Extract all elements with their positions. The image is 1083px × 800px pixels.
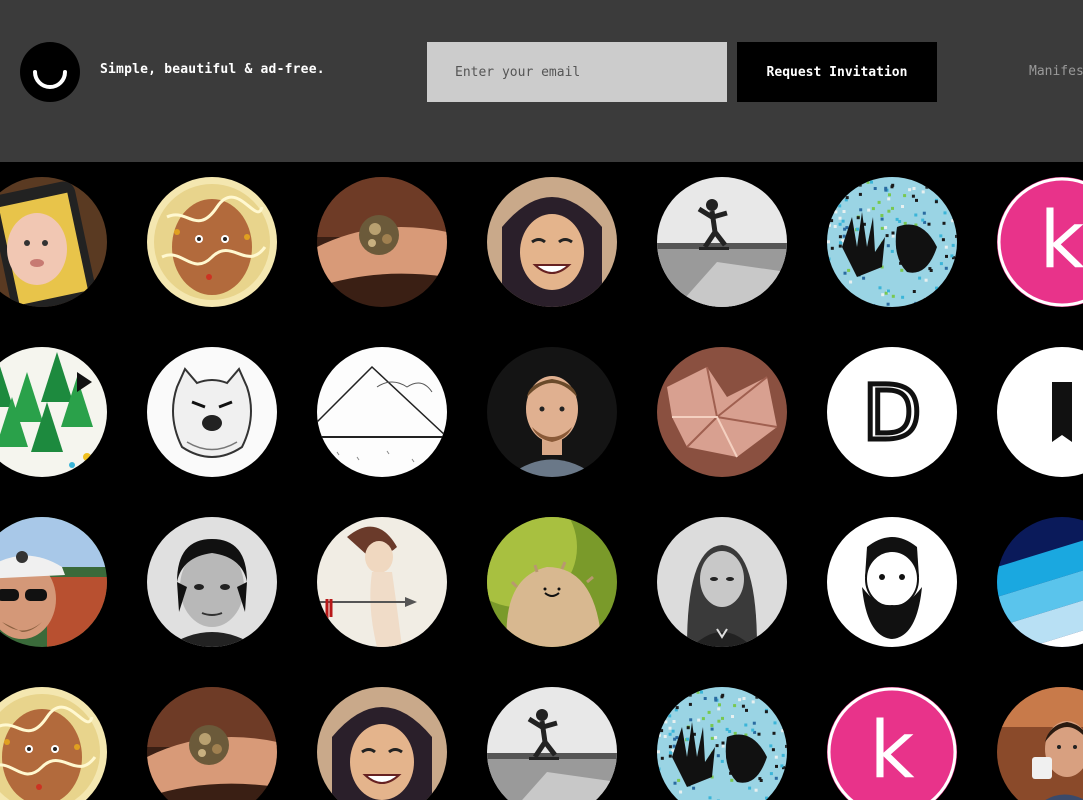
svg-text:D: D [863, 368, 922, 457]
avatar-skater-2[interactable] [487, 687, 617, 800]
avatar-baby-phone[interactable] [0, 177, 107, 307]
avatar-face-wires[interactable] [147, 177, 277, 307]
request-invitation-button[interactable]: Request Invitation [737, 42, 937, 102]
avatar-ring-hand[interactable] [317, 177, 447, 307]
avatar-splatter-hand-2[interactable] [657, 687, 787, 800]
avatar-man-coffee[interactable] [997, 687, 1083, 800]
avatar-blue-stripes[interactable] [997, 517, 1083, 647]
svg-text:k: k [1039, 196, 1083, 286]
avatar-splatter-hand[interactable] [827, 177, 957, 307]
site-header: Simple, beautiful & ad-free. Request Inv… [0, 0, 1083, 162]
avatar-cap-sunglasses[interactable] [0, 517, 107, 647]
avatar-man-portrait[interactable] [487, 347, 617, 477]
avatar-furry-creature[interactable] [487, 517, 617, 647]
avatar-trees[interactable] [0, 347, 107, 477]
avatar-crumpled-paper[interactable] [657, 347, 787, 477]
avatar-line-drawing[interactable] [317, 347, 447, 477]
avatar-grid: k D k [0, 162, 1083, 800]
email-input[interactable] [427, 42, 727, 102]
avatar-ring-hand-2[interactable] [147, 687, 277, 800]
smiley-icon[interactable] [20, 42, 80, 102]
avatar-k-logo[interactable]: k [997, 177, 1083, 307]
avatar-k-logo-2[interactable]: k [827, 687, 957, 800]
avatar-hooded-smile-2[interactable] [317, 687, 447, 800]
avatar-bw-woman[interactable] [657, 517, 787, 647]
avatar-d-logo[interactable]: D [827, 347, 957, 477]
nav-link-manifesto[interactable]: Manifesto [1029, 64, 1083, 79]
avatar-bw-portrait[interactable] [147, 517, 277, 647]
avatar-sketch-bear[interactable] [147, 347, 277, 477]
tagline: Simple, beautiful & ad-free. [100, 62, 325, 77]
avatar-bookmark-logo[interactable] [997, 347, 1083, 477]
avatar-face-wires-2[interactable] [0, 687, 107, 800]
avatar-illustration-figure[interactable] [317, 517, 447, 647]
avatar-bearded-drawing[interactable] [827, 517, 957, 647]
svg-text:k: k [869, 706, 914, 796]
avatar-skater[interactable] [657, 177, 787, 307]
avatar-hooded-smile[interactable] [487, 177, 617, 307]
